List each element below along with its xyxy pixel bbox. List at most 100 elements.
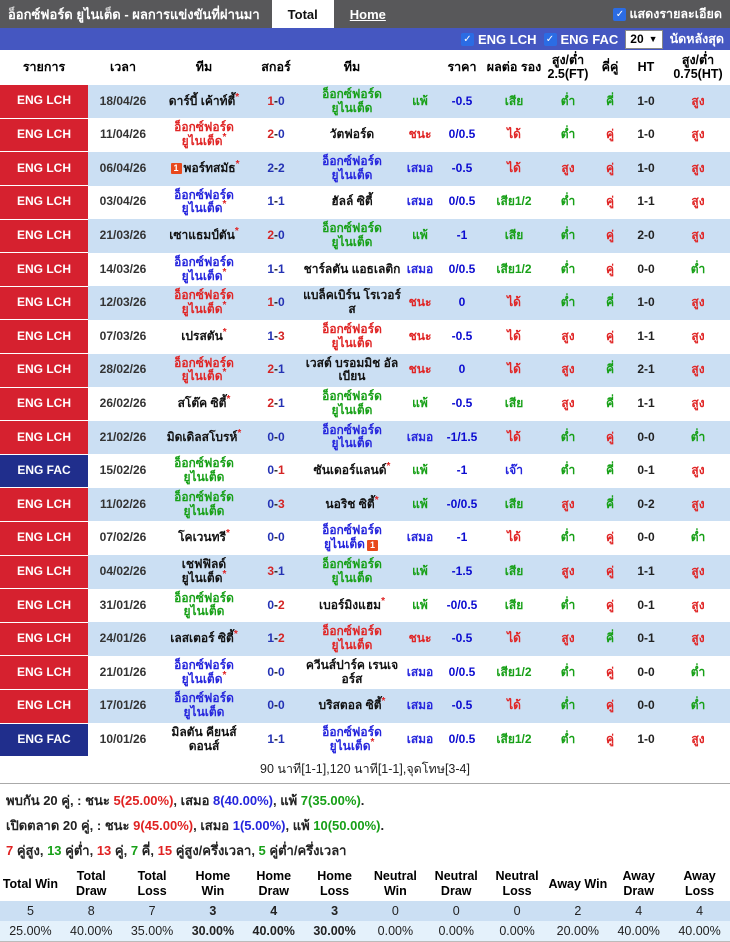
handicap-outcome: เจ๊า [505,463,523,478]
checkbox-checked-icon[interactable]: ✓ [461,32,474,46]
tab-home[interactable]: Home [334,0,402,28]
stats-count-value: 8 [87,904,95,919]
handicap-price: -1.5 [451,563,473,578]
handicap-outcome: ได้ [507,631,521,646]
card-icon: 1 [170,163,182,175]
home-team-name: อ็อกซ์ฟอร์ด ยูไนเต็ด [174,590,234,619]
home-goals: 1 [267,328,274,343]
match-row: ENG LCH 07/02/26 โคเวนทรี* 0-0 อ็อกซ์ฟอร์ด ย… [0,521,730,556]
home-team-name: พอร์ทสมัธ [183,160,236,175]
home-team: สโต๊ค ซิตี้* [158,387,250,421]
match-row: ENG LCH 03/04/26 อ็อกซ์ฟอร์ด ยูไนเต็ด* 1-1 ฮ… [0,185,730,220]
league-badge: ENG LCH [0,655,88,690]
checkbox-checked-icon[interactable]: ✓ [613,7,627,21]
away-goals: 1 [278,261,285,276]
league-badge: ENG LCH [0,151,88,187]
handicap-price: 0/0.5 [448,194,476,209]
summary-segment: เปิดตลาด 20 คู่, : ชนะ [6,818,134,834]
odd-even-result: คี่ [605,295,615,310]
handicap-outcome: เสีย [504,563,524,578]
stats-count-value: 7 [148,904,156,919]
col-ht: HT [626,50,666,85]
match-result-text: เสมอ [406,261,434,276]
stats-count-value: 0 [452,904,460,919]
home-team: อ็อกซ์ฟอร์ด ยูไนเต็ด* [158,253,250,287]
away-team: ชาร์ลตัน แอธเลติก [302,253,402,287]
match-row: ENG LCH 06/04/26 1 พอร์ทสมัธ* 2-2 อ็อกซ์ฟอร์ด… [0,151,730,187]
away-team-name: อ็อกซ์ฟอร์ด ยูไนเต็ด [322,321,382,350]
match-row: ENG LCH 24/01/26 เลสเตอร์ ซิตี้* 1-2 อ็อกซ์ฟ… [0,622,730,657]
results-header-row: รายการ เวลา ทีม สกอร์ ทีม ราคา ผลต่อ รอง… [0,50,730,85]
tab-total[interactable]: Total [271,0,334,28]
league-badge: ENG LCH [0,555,88,590]
ht-score: 1-1 [637,328,655,343]
match-row: ENG LCH 21/03/26 เซาแธมป์ตัน* 2-0 อ็อกซ์ฟอร์… [0,219,730,254]
league-badge: ENG LCH [0,84,88,119]
away-team-name: อ็อกซ์ฟอร์ด ยูไนเต็ด [322,422,382,451]
ht-score: 0-1 [637,463,655,478]
match-date: 07/02/26 [99,530,147,545]
match-score: 1-1 [250,723,302,757]
col-time: เวลา [88,50,158,85]
away-goals: 0 [278,530,285,545]
home-team: อ็อกซ์ฟอร์ด ยูไนเต็ด* [158,186,250,220]
home-goals: 0 [267,463,274,478]
away-team-name: ชาร์ลตัน แอธเลติก [303,261,401,276]
away-team-name: อ็อกซ์ฟอร์ด ยูไนเต็ด [322,86,382,115]
match-date: 10/01/26 [99,731,147,746]
summary-segment: คู่, [111,843,131,859]
away-goals: 0 [278,127,285,142]
over-under-ft: สูง [561,563,575,578]
away-team: อ็อกซ์ฟอร์ด ยูไนเต็ด 1 [302,521,402,555]
match-date: 04/02/26 [99,563,147,578]
match-row: ENG LCH 17/01/26 อ็อกซ์ฟอร์ด ยูไนเต็ด 0-0 บร… [0,689,730,724]
home-team: อ็อกซ์ฟอร์ด ยูไนเต็ด* [158,354,250,388]
stats-percent-value: 40.00% [70,924,113,939]
match-result: เสมอ [402,253,438,287]
match-result: แพ้ [402,219,438,253]
home-advantage-star-icon: * [234,226,239,238]
handicap-price: 0 [458,362,466,377]
over-under-ft: ต่ำ [560,127,576,142]
stats-col-header: Total Draw [60,867,122,902]
match-score: 2-1 [250,354,302,388]
checkbox-checked-icon[interactable]: ✓ [543,32,557,46]
match-date: 17/01/26 [99,698,147,713]
over-under-ht: สูง [691,463,705,478]
stats-percents-row: 25.00% 40.00% 35.00% 30.00% 40.00% 30.00% 0.00… [0,921,730,942]
summary-segment: 10(50.00%) [313,818,381,834]
handicap-outcome: เสีย [504,93,524,108]
match-result-text: แพ้ [412,597,428,612]
league-badge: ENG LCH [0,521,88,556]
handicap-price: 0/0.5 [448,261,476,276]
stats-count-value: 3 [331,904,339,919]
match-result: แพ้ [402,488,438,522]
match-count-suffix: นัดหลังสุด [669,32,724,46]
match-result: เสมอ [402,152,438,186]
match-score: 1-3 [250,320,302,354]
match-count-select[interactable]: 20 ▼ [625,29,663,49]
match-score: 2-2 [250,152,302,186]
home-goals: 3 [267,563,274,578]
away-goals: 2 [278,631,285,646]
summary-segment: 8(40.00%) [213,793,273,809]
league-badge: ENG LCH [0,420,88,455]
away-team: แบล็คเบิร์น โรเวอร์ส [302,286,402,320]
handicap-price: -0.5 [451,698,473,713]
home-advantage-star-icon: * [235,91,240,103]
match-row: ENG LCH 21/01/26 อ็อกซ์ฟอร์ด ยูไนเต็ด* 0-0 ค… [0,655,730,690]
away-goals: 0 [278,698,285,713]
home-advantage-star-icon: * [222,367,227,379]
league-badge: ENG LCH [0,252,88,287]
show-details-toggle[interactable]: ✓ แสดงรายละเอียด [613,4,722,24]
home-team-name: มิลตัน คียนส์ ดอนส์ [171,725,237,753]
home-team: 1 พอร์ทสมัธ* [158,152,250,186]
ht-score: 1-0 [637,127,655,142]
filter-eng-lch[interactable]: ✓ ENG LCH [461,32,537,47]
match-result: ชนะ [402,354,438,388]
handicap-price: 0/0.5 [448,127,476,142]
home-team: อ็อกซ์ฟอร์ด ยูไนเต็ด [158,589,250,623]
filter-eng-fac[interactable]: ✓ ENG FAC [543,32,618,47]
match-result-text: เสมอ [406,731,434,746]
match-result: แพ้ [402,555,438,589]
